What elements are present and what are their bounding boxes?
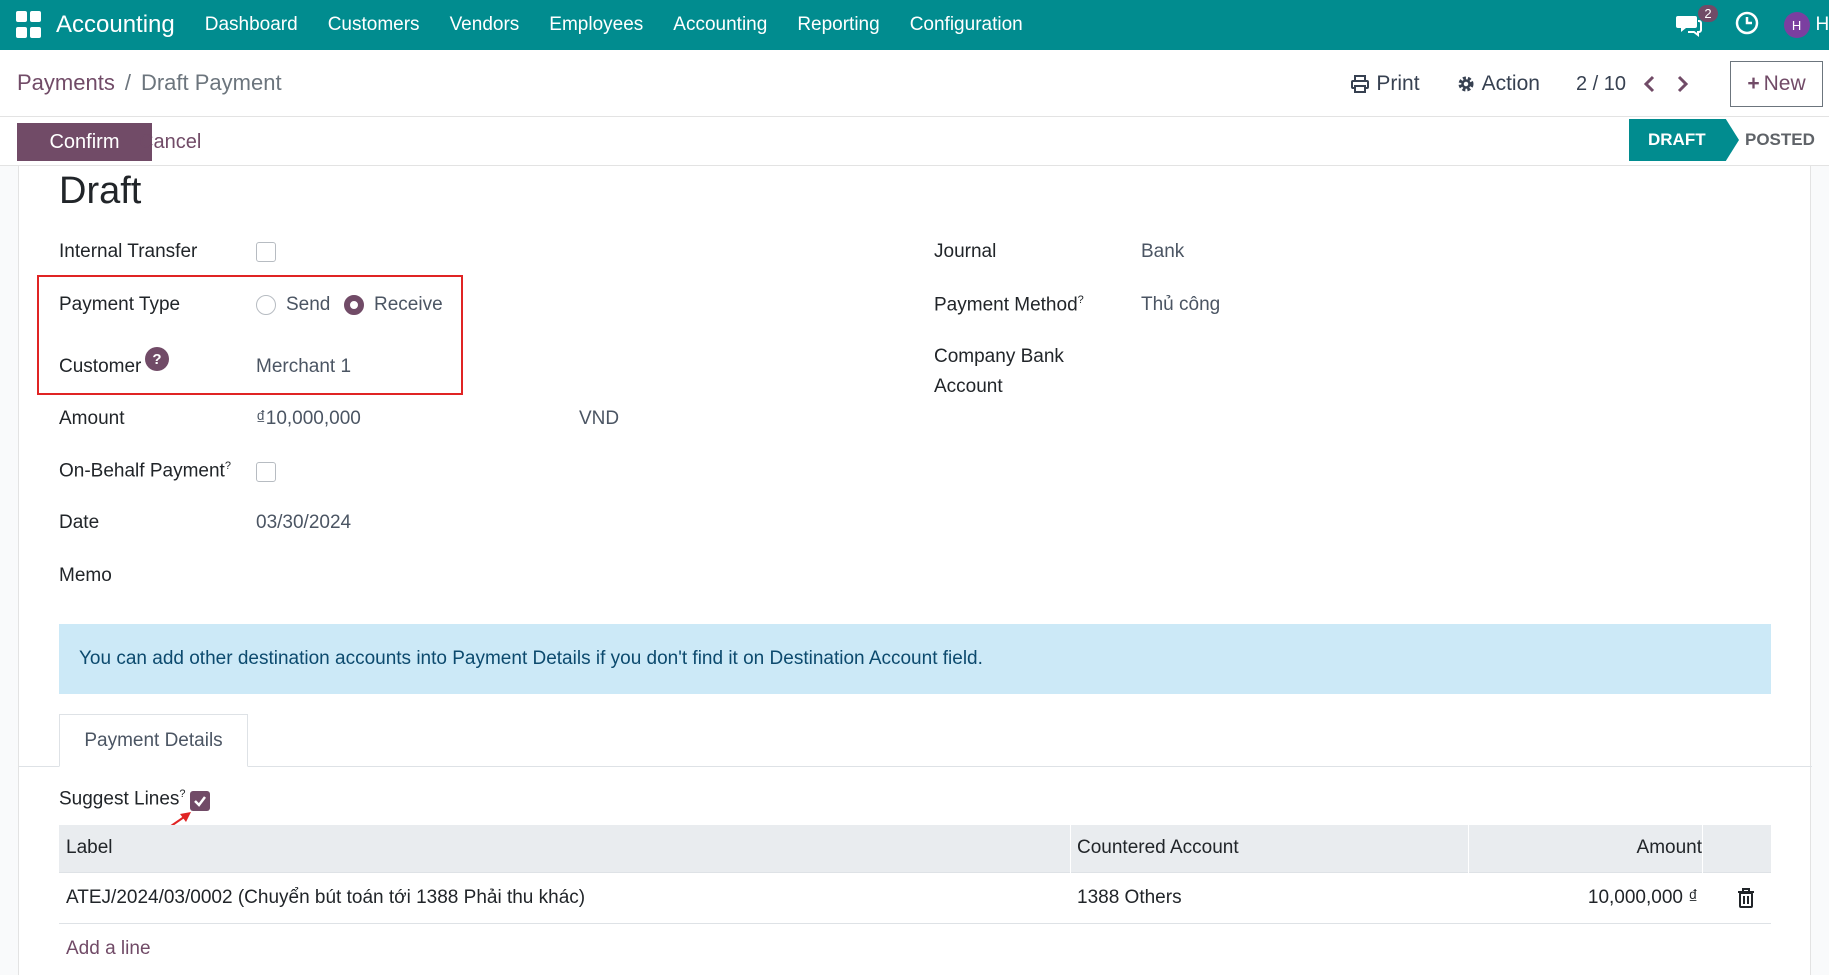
table-row[interactable]: ATEJ/2024/03/0002 (Chuyển bút toán tới 1… [59, 873, 1771, 924]
suggest-lines-help-mark[interactable]: ? [179, 788, 185, 800]
check-icon [194, 796, 206, 807]
payment-method-label-text: Payment Method [934, 294, 1078, 316]
suggest-lines-label: Suggest Lines? [59, 788, 186, 810]
payment-method-value[interactable]: Thủ công [1141, 294, 1220, 316]
on-behalf-help-mark[interactable]: ? [225, 460, 231, 472]
plus-icon: + [1747, 72, 1760, 95]
tab-payment-details[interactable]: Payment Details [59, 714, 248, 767]
customer-value[interactable]: Merchant 1 [256, 356, 351, 378]
form-sheet: Draft Internal Transfer Payment Type Sen… [18, 166, 1812, 975]
column-label[interactable]: Label [66, 837, 113, 859]
memo-label: Memo [59, 565, 112, 586]
customer-help-icon[interactable]: ? [145, 347, 169, 371]
pager-next-icon[interactable] [1676, 74, 1690, 94]
payment-type-receive-label[interactable]: Receive [374, 294, 443, 316]
confirm-button[interactable]: Confirm [17, 123, 152, 161]
column-separator [1070, 825, 1071, 873]
stage-draft[interactable]: DRAFT [1629, 119, 1739, 161]
payment-type-send-radio[interactable] [256, 295, 276, 315]
amount-label: Amount [59, 408, 125, 429]
new-button[interactable]: + New [1730, 61, 1823, 107]
nav-customers[interactable]: Customers [328, 14, 420, 36]
print-label: Print [1376, 72, 1420, 95]
add-a-line-link[interactable]: Add a line [66, 938, 151, 960]
control-panel: Payments / Draft Payment Print Action 2 / … [0, 50, 1829, 117]
activity-clock-icon[interactable] [1734, 10, 1760, 41]
payment-method-help-mark[interactable]: ? [1078, 294, 1084, 306]
nav-employees[interactable]: Employees [549, 14, 643, 36]
row-amount[interactable]: 10,000,000 ₫ [1588, 887, 1698, 909]
on-behalf-payment-label-text: On-Behalf Payment [59, 460, 225, 482]
gear-icon [1458, 76, 1474, 92]
breadcrumb-payments[interactable]: Payments [17, 70, 115, 95]
breadcrumb-current: Draft Payment [140, 70, 282, 95]
info-alert: You can add other destination accounts i… [59, 624, 1771, 694]
on-behalf-payment-label: On-Behalf Payment? [59, 460, 231, 482]
column-separator [1468, 825, 1469, 873]
print-button[interactable]: Print [1350, 72, 1420, 96]
breadcrumb: Payments / Draft Payment [17, 70, 282, 96]
app-title[interactable]: Accounting [56, 11, 175, 39]
nav-vendors[interactable]: Vendors [450, 14, 520, 36]
stage-posted[interactable]: POSTED [1745, 130, 1815, 150]
top-navbar: Accounting Dashboard Customers Vendors E… [0, 0, 1829, 50]
date-value[interactable]: 03/30/2024 [256, 512, 351, 534]
status-bar: Confirm Cancel DRAFT POSTED [0, 117, 1829, 166]
nav-accounting[interactable]: Accounting [673, 14, 767, 36]
suggest-lines-checkbox[interactable] [190, 791, 210, 811]
currency-value[interactable]: VND [579, 408, 619, 430]
payment-details-table-header: Label Countered Account Amount [59, 825, 1771, 873]
row-label[interactable]: ATEJ/2024/03/0002 (Chuyển bút toán tới 1… [66, 887, 585, 909]
user-name[interactable]: HR [1816, 14, 1829, 36]
breadcrumb-separator: / [124, 70, 131, 95]
nav-dashboard[interactable]: Dashboard [205, 14, 298, 36]
date-label: Date [59, 512, 100, 533]
company-bank-account-label-2: Account [934, 376, 1003, 397]
print-icon [1351, 75, 1370, 93]
column-separator [1702, 825, 1703, 873]
pager-value[interactable]: 2 / 10 [1576, 73, 1626, 96]
on-behalf-payment-checkbox[interactable] [256, 462, 276, 482]
action-button[interactable]: Action [1456, 72, 1540, 96]
journal-label: Journal [934, 241, 997, 262]
messages-badge: 2 [1698, 5, 1718, 22]
payment-type-label: Payment Type [59, 294, 181, 315]
payment-method-label: Payment Method? [934, 294, 1084, 316]
column-countered-account[interactable]: Countered Account [1077, 837, 1239, 859]
suggest-lines-label-text: Suggest Lines [59, 788, 180, 810]
new-label: New [1763, 72, 1806, 95]
user-avatar[interactable]: H [1783, 12, 1810, 38]
tab-underline [19, 766, 1812, 767]
action-label: Action [1481, 72, 1540, 95]
cancel-button[interactable]: Cancel [139, 131, 201, 154]
messages-icon[interactable]: 2 [1674, 5, 1718, 40]
internal-transfer-checkbox[interactable] [256, 242, 276, 262]
pager-previous-icon[interactable] [1642, 74, 1656, 94]
record-title: Draft [59, 170, 142, 212]
internal-transfer-label: Internal Transfer [59, 241, 198, 262]
trash-icon[interactable] [1737, 888, 1755, 908]
nav-configuration[interactable]: Configuration [910, 14, 1023, 36]
company-bank-account-label-1: Company Bank [934, 346, 1064, 367]
customer-label: Customer [59, 356, 142, 377]
journal-value[interactable]: Bank [1141, 241, 1184, 263]
amount-value[interactable]: ₫10,000,000 [256, 408, 361, 430]
row-countered-account[interactable]: 1388 Others [1077, 887, 1182, 909]
apps-menu-icon[interactable] [16, 11, 44, 39]
payment-type-receive-radio[interactable] [344, 295, 364, 315]
column-amount[interactable]: Amount [1637, 837, 1702, 859]
payment-type-send-label[interactable]: Send [286, 294, 330, 316]
nav-reporting[interactable]: Reporting [797, 14, 879, 36]
